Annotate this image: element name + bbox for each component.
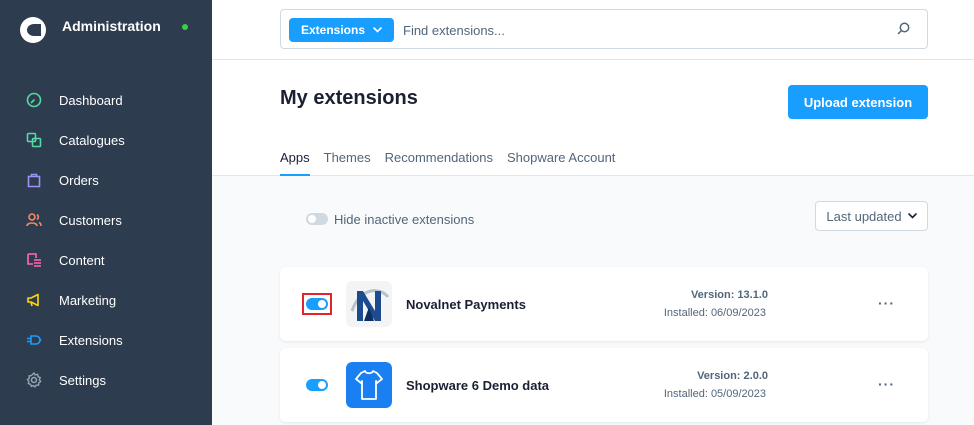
sidebar-item-settings[interactable]: Settings (0, 360, 212, 400)
chevron-down-icon (907, 213, 917, 219)
tab-themes[interactable]: Themes (324, 150, 371, 176)
sidebar-item-label: Extensions (59, 332, 123, 348)
page-header: My extensions Upload extension Apps Them… (212, 60, 974, 176)
extension-name: Shopware 6 Demo data (406, 378, 550, 393)
sidebar-item-orders[interactable]: Orders (0, 160, 212, 200)
more-options-icon[interactable]: ··· (878, 295, 895, 311)
extension-installed-date: Installed: 06/09/2023 (663, 307, 766, 319)
top-search-bar: Extensions (212, 0, 974, 60)
sidebar-item-label: Catalogues (59, 132, 125, 148)
extension-card: Shopware 6 Demo data Version: 2.0.0 Inst… (280, 348, 928, 422)
novalnet-logo (346, 281, 392, 327)
sidebar-item-label: Content (59, 252, 105, 268)
settings-icon (25, 371, 43, 389)
toggle-switch (306, 379, 328, 391)
sidebar-item-marketing[interactable]: Marketing (0, 280, 212, 320)
hide-inactive-label: Hide inactive extensions (334, 212, 475, 227)
extension-card: Novalnet Payments Version: 13.1.0 Instal… (280, 267, 928, 341)
content-icon (25, 251, 43, 269)
catalogues-icon (25, 131, 43, 149)
more-options-icon[interactable]: ··· (878, 376, 895, 392)
global-search: Extensions (280, 9, 928, 49)
dashboard-icon (25, 91, 43, 109)
customers-icon (25, 211, 43, 229)
tab-shopware-account[interactable]: Shopware Account (507, 150, 615, 176)
toggle-switch (306, 298, 328, 310)
search-scope-dropdown[interactable]: Extensions (289, 18, 395, 42)
shirt-icon (346, 362, 392, 408)
search-icon[interactable] (897, 22, 911, 36)
sidebar-item-label: Dashboard (59, 92, 123, 108)
sidebar-item-content[interactable]: Content (0, 240, 212, 280)
sidebar: Administration Dashboard Catalogues Orde… (0, 0, 212, 425)
chevron-down-icon (373, 27, 382, 33)
online-status-dot (182, 24, 188, 30)
page-title: My extensions (280, 87, 418, 109)
sidebar-item-dashboard[interactable]: Dashboard (0, 80, 212, 120)
sort-select-value: Last updated (826, 208, 902, 224)
sidebar-item-customers[interactable]: Customers (0, 200, 212, 240)
search-input[interactable] (403, 20, 883, 40)
app-title: Administration (62, 18, 161, 34)
search-scope-label: Extensions (301, 23, 366, 37)
extension-version: Version: 13.1.0 (690, 289, 768, 301)
upload-extension-button[interactable]: Upload extension (788, 85, 928, 119)
orders-icon (25, 171, 43, 189)
sort-select[interactable]: Last updated (815, 201, 928, 231)
extension-active-toggle[interactable] (302, 374, 332, 396)
sidebar-item-catalogues[interactable]: Catalogues (0, 120, 212, 160)
tab-bar: Apps Themes Recommendations Shopware Acc… (280, 150, 629, 176)
sidebar-item-label: Orders (59, 172, 99, 188)
sidebar-item-label: Marketing (59, 292, 117, 308)
extension-name: Novalnet Payments (406, 297, 526, 312)
extension-version: Version: 2.0.0 (697, 370, 768, 382)
hide-inactive-toggle[interactable] (306, 213, 328, 225)
sidebar-header: Administration (0, 0, 212, 60)
marketing-icon (25, 291, 43, 309)
sidebar-item-label: Settings (59, 372, 106, 388)
extensions-icon (25, 331, 43, 349)
tab-recommendations[interactable]: Recommendations (385, 150, 493, 176)
shopware-logo[interactable] (20, 17, 46, 43)
main-navigation: Dashboard Catalogues Orders Customers Co… (0, 80, 212, 400)
extension-active-toggle[interactable] (302, 293, 332, 315)
extension-installed-date: Installed: 05/09/2023 (663, 388, 766, 400)
sidebar-item-label: Customers (59, 212, 122, 228)
tab-apps[interactable]: Apps (280, 150, 310, 176)
sidebar-item-extensions[interactable]: Extensions (0, 320, 212, 360)
